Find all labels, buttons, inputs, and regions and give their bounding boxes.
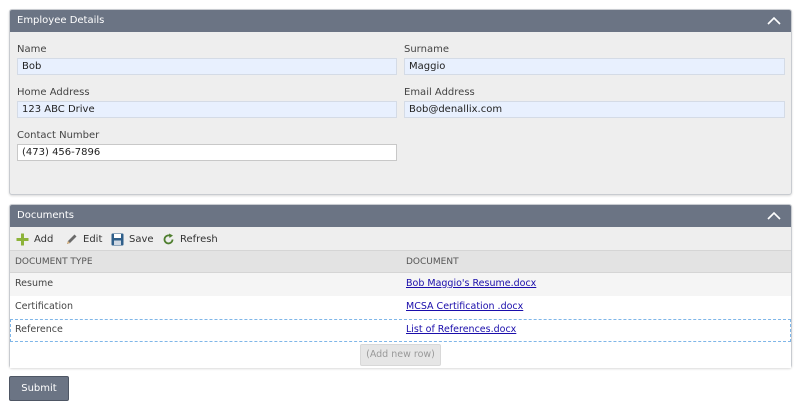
- documents-toolbar: Add Edit Save Refresh: [10, 227, 791, 250]
- column-header-document-type[interactable]: DOCUMENT TYPE: [15, 257, 93, 267]
- column-header-document[interactable]: DOCUMENT: [406, 257, 459, 267]
- documents-grid: DOCUMENT TYPE DOCUMENT Resume Bob Maggio…: [10, 250, 791, 368]
- contact-number-label: Contact Number: [17, 130, 100, 141]
- employee-details-panel: Employee Details Name Bob Surname Maggio…: [9, 9, 792, 195]
- save-button-label: Save: [129, 233, 154, 245]
- email-address-label: Email Address: [404, 87, 475, 98]
- panel-title: Documents: [17, 210, 75, 221]
- floppy-disk-icon: [111, 233, 124, 245]
- surname-input[interactable]: Maggio: [404, 58, 785, 75]
- refresh-icon: [163, 233, 174, 244]
- pencil-icon: [67, 234, 77, 244]
- document-type-cell: Certification: [15, 301, 73, 312]
- employee-details-header[interactable]: Employee Details: [10, 10, 791, 32]
- chevron-up-icon[interactable]: [767, 211, 781, 221]
- grid-header: DOCUMENT TYPE DOCUMENT: [10, 250, 791, 273]
- panel-title: Employee Details: [17, 15, 105, 26]
- documents-panel: Documents Add Edit Save Refresh DOCUMENT…: [9, 204, 792, 368]
- save-button[interactable]: Save: [111, 231, 154, 247]
- documents-header[interactable]: Documents: [10, 205, 791, 227]
- name-input[interactable]: Bob: [17, 58, 397, 75]
- submit-button[interactable]: Submit: [9, 376, 69, 401]
- add-row-area: (Add new row): [10, 342, 791, 368]
- edit-button[interactable]: Edit: [65, 231, 102, 247]
- table-row[interactable]: Resume Bob Maggio's Resume.docx: [10, 273, 791, 296]
- table-row[interactable]: Reference List of References.docx: [10, 319, 791, 342]
- document-link[interactable]: MCSA Certification .docx: [406, 301, 523, 312]
- add-button[interactable]: Add: [16, 231, 53, 247]
- document-link[interactable]: List of References.docx: [406, 324, 516, 335]
- name-label: Name: [17, 44, 47, 55]
- refresh-button[interactable]: Refresh: [162, 231, 218, 247]
- document-link[interactable]: Bob Maggio's Resume.docx: [406, 278, 536, 289]
- surname-label: Surname: [404, 44, 449, 55]
- home-address-label: Home Address: [17, 87, 90, 98]
- table-row[interactable]: Certification MCSA Certification .docx: [10, 296, 791, 319]
- plus-icon: [16, 233, 29, 245]
- add-new-row-button[interactable]: (Add new row): [360, 344, 441, 366]
- refresh-button-label: Refresh: [180, 233, 218, 245]
- email-address-input[interactable]: Bob@denallix.com: [404, 101, 785, 118]
- home-address-input[interactable]: 123 ABC Drive: [17, 101, 397, 118]
- document-type-cell: Resume: [15, 278, 54, 289]
- chevron-up-icon[interactable]: [767, 16, 781, 26]
- add-button-label: Add: [34, 233, 54, 245]
- edit-button-label: Edit: [83, 233, 103, 245]
- contact-number-input[interactable]: (473) 456-7896: [17, 144, 397, 161]
- document-type-cell: Reference: [15, 324, 63, 335]
